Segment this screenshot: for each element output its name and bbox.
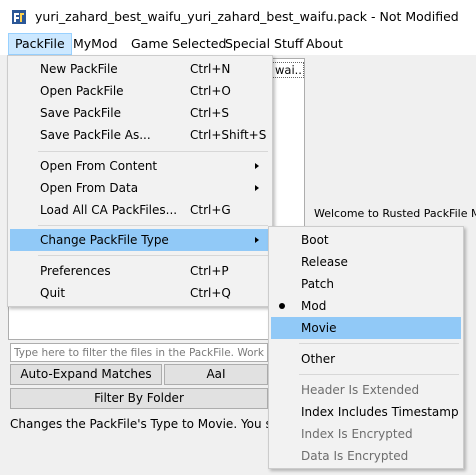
type-item-header-is-extended: Header Is Extended: [271, 379, 461, 401]
menu-item-label: Open From Content: [40, 159, 158, 173]
menu-item-label: Quit: [40, 286, 66, 300]
menu-item-label: Boot: [301, 233, 329, 247]
menu-item-label: Data Is Encrypted: [301, 449, 409, 463]
app-icon: [12, 10, 26, 24]
menu-item-label: Index Includes Timestamp: [301, 405, 459, 419]
menu-item-label: Header Is Extended: [301, 383, 420, 397]
filter-input[interactable]: [10, 343, 268, 362]
tree-item[interactable]: wai...: [272, 62, 304, 78]
menu-separator: [299, 343, 459, 344]
menu-item-label: Save PackFile: [40, 106, 121, 120]
menu-item-save-packfile-as[interactable]: Save PackFile As... Ctrl+Shift+S: [10, 124, 270, 146]
welcome-text: Welcome to Rusted PackFile Mana: [314, 207, 476, 220]
menu-item-label: New PackFile: [40, 62, 118, 76]
type-item-boot[interactable]: Boot: [271, 229, 461, 251]
type-item-patch[interactable]: Patch: [271, 273, 461, 295]
menu-item-label: Change PackFile Type: [40, 233, 169, 247]
menu-item-new-packfile[interactable]: New PackFile Ctrl+N: [10, 58, 270, 80]
menu-item-change-packfile-type[interactable]: Change PackFile Type: [10, 229, 270, 251]
submenu-arrow-icon: [255, 185, 259, 191]
menu-item-label: Mod: [301, 299, 327, 313]
packfile-type-submenu: Boot Release Patch Mod Movie Other Heade…: [268, 226, 464, 469]
menu-mymod[interactable]: MyMod: [67, 33, 124, 55]
menu-item-label: Other: [301, 352, 336, 366]
menu-item-quit[interactable]: Quit Ctrl+Q: [10, 282, 270, 304]
packfile-menu: New PackFile Ctrl+N Open PackFile Ctrl+O…: [7, 55, 273, 307]
menu-item-label: Open PackFile: [40, 84, 124, 98]
window-title: yuri_zahard_best_waifu_yuri_zahard_best_…: [35, 9, 459, 24]
menu-separator: [299, 374, 459, 375]
menu-item-save-packfile[interactable]: Save PackFile Ctrl+S: [10, 102, 270, 124]
type-item-release[interactable]: Release: [271, 251, 461, 273]
filter-by-folder-button[interactable]: Filter By Folder: [10, 388, 268, 409]
menu-item-preferences[interactable]: Preferences Ctrl+P: [10, 260, 270, 282]
menu-game-selected[interactable]: Game Selected: [125, 33, 232, 55]
menu-item-label: Load All CA PackFiles...: [40, 203, 178, 217]
menu-item-shortcut: Ctrl+G: [190, 203, 231, 217]
submenu-arrow-icon: [255, 163, 259, 169]
menu-item-open-from-data[interactable]: Open From Data: [10, 177, 270, 199]
menu-packfile[interactable]: PackFile: [8, 33, 72, 55]
type-item-other[interactable]: Other: [271, 348, 461, 370]
menu-item-label: Save PackFile As...: [40, 128, 151, 142]
menu-item-label: Patch: [301, 277, 334, 291]
type-item-index-includes-timestamp[interactable]: Index Includes Timestamp: [271, 401, 461, 423]
menu-item-shortcut: Ctrl+O: [190, 84, 231, 98]
menu-separator: [38, 255, 268, 256]
menu-item-label: Open From Data: [40, 181, 139, 195]
type-item-data-is-encrypted: Data Is Encrypted: [271, 445, 461, 467]
aai-button[interactable]: AaI: [164, 364, 268, 385]
radio-checked-icon: [279, 303, 285, 309]
menu-about[interactable]: About: [300, 33, 349, 55]
type-item-movie[interactable]: Movie: [271, 317, 461, 339]
menu-item-open-from-content[interactable]: Open From Content: [10, 155, 270, 177]
menu-item-shortcut: Ctrl+Shift+S: [190, 128, 267, 142]
menu-item-shortcut: Ctrl+N: [190, 62, 231, 76]
menu-item-open-packfile[interactable]: Open PackFile Ctrl+O: [10, 80, 270, 102]
submenu-arrow-icon: [255, 237, 259, 243]
menu-special-stuff[interactable]: Special Stuff: [219, 33, 309, 55]
menu-item-label: Preferences: [40, 264, 111, 278]
menu-separator: [38, 151, 268, 152]
title-bar: yuri_zahard_best_waifu_yuri_zahard_best_…: [0, 0, 476, 33]
auto-expand-button[interactable]: Auto-Expand Matches: [10, 364, 162, 385]
menu-item-label: Index Is Encrypted: [301, 427, 413, 441]
menu-item-shortcut: Ctrl+Q: [190, 286, 231, 300]
menu-item-shortcut: Ctrl+P: [190, 264, 229, 278]
menu-item-label: Movie: [301, 321, 337, 335]
type-item-mod[interactable]: Mod: [271, 295, 461, 317]
menu-item-shortcut: Ctrl+S: [190, 106, 230, 120]
menu-bar: PackFile MyMod Game Selected Special Stu…: [0, 33, 476, 55]
menu-item-label: Release: [301, 255, 348, 269]
menu-item-load-all-ca-packfiles[interactable]: Load All CA PackFiles... Ctrl+G: [10, 199, 270, 221]
menu-separator: [38, 225, 268, 226]
type-item-index-is-encrypted: Index Is Encrypted: [271, 423, 461, 445]
